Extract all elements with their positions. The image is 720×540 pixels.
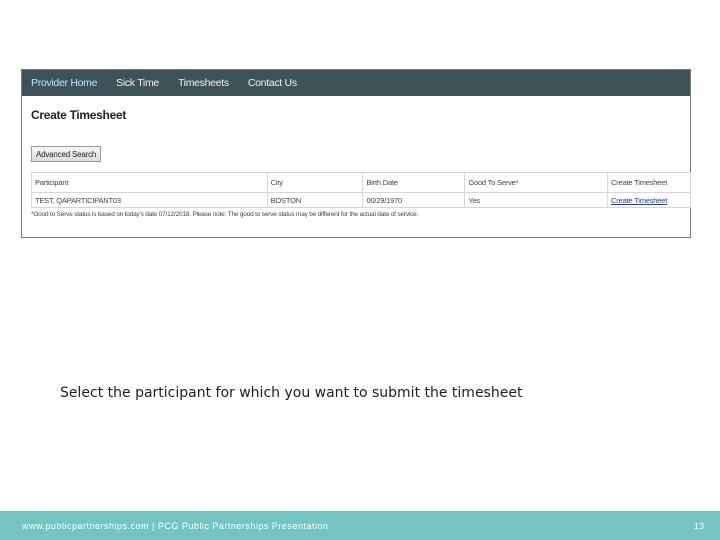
header-participant[interactable]: Participant	[31, 172, 268, 193]
nav-contact-us[interactable]: Contact Us	[248, 77, 297, 89]
create-timesheet-link[interactable]: Create Timesheet	[611, 196, 667, 205]
cell-participant: TEST, QAPARTICIPANT03	[31, 192, 268, 208]
cell-create: Create Timesheet	[607, 192, 691, 208]
cell-good-to-serve: Yes	[464, 192, 609, 208]
footer-bar: www.publicpartnerships.com | PCG Public …	[0, 511, 720, 540]
slide-caption: Select the participant for which you wan…	[60, 385, 523, 401]
table-header-row: Participant City Birth Date Good To Serv…	[31, 172, 691, 193]
nav-provider-home[interactable]: Provider Home	[31, 77, 97, 89]
nav-sick-time[interactable]: Sick Time	[116, 77, 159, 89]
good-to-serve-note: *Good to Serve status is based on today'…	[31, 211, 419, 218]
page-title: Create Timesheet	[31, 108, 127, 122]
header-good-to-serve[interactable]: Good To Serve*	[464, 172, 609, 193]
nav-timesheets[interactable]: Timesheets	[178, 77, 229, 89]
advanced-search-button[interactable]: Advanced Search	[31, 146, 102, 162]
top-nav: Provider Home Sick Time Timesheets Conta…	[22, 70, 690, 96]
cell-birth-date: 00/29/1970	[362, 192, 466, 208]
header-create-timesheet: Create Timesheet	[607, 172, 691, 193]
header-city[interactable]: City	[266, 172, 364, 193]
page-number: 13	[693, 520, 704, 531]
footer-text: www.publicpartnerships.com | PCG Public …	[22, 520, 329, 531]
header-birth-date[interactable]: Birth Date	[362, 172, 466, 193]
cell-city: BOSTON	[266, 192, 364, 208]
table-row[interactable]: TEST, QAPARTICIPANT03 BOSTON 00/29/1970 …	[31, 192, 691, 208]
embedded-screenshot: Provider Home Sick Time Timesheets Conta…	[21, 69, 691, 238]
participant-table: Participant City Birth Date Good To Serv…	[31, 172, 691, 208]
